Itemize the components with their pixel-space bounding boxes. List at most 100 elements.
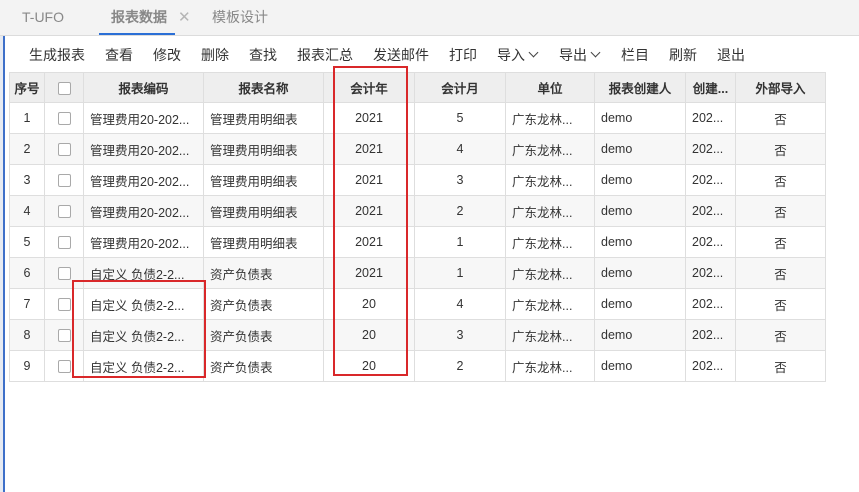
export-label: 导出: [559, 47, 587, 63]
tab-report-data[interactable]: 报表数据: [99, 0, 175, 35]
row-select-cell[interactable]: [44, 319, 84, 351]
row-creator: demo: [594, 102, 686, 134]
row-select-cell[interactable]: [44, 164, 84, 196]
print-button[interactable]: 打印: [449, 36, 477, 72]
row-checkbox[interactable]: [57, 143, 71, 157]
columns-button[interactable]: 栏目: [621, 36, 649, 72]
row-creator: demo: [594, 164, 686, 196]
row-report-code: 自定义 负债2-2...: [83, 257, 204, 289]
row-external-import: 否: [735, 288, 826, 320]
header-creator[interactable]: 报表创建人: [594, 72, 686, 103]
row-report-code: 自定义 负债2-2...: [83, 350, 204, 382]
row-checkbox[interactable]: [57, 174, 71, 188]
row-creator: demo: [594, 350, 686, 382]
chevron-down-icon: [528, 47, 539, 58]
row-report-code: 管理费用20-202...: [83, 164, 204, 196]
row-creator: demo: [594, 319, 686, 351]
row-fiscal-month: 5: [414, 102, 506, 134]
exit-button[interactable]: 退出: [717, 36, 745, 72]
row-fiscal-year: 2021: [323, 164, 415, 196]
row-select-cell[interactable]: [44, 350, 84, 382]
edit-button[interactable]: 修改: [153, 36, 181, 72]
row-created: 202...: [685, 319, 736, 351]
row-created: 202...: [685, 195, 736, 227]
header-report-name[interactable]: 报表名称: [203, 72, 324, 103]
send-mail-button[interactable]: 发送邮件: [373, 36, 429, 72]
table-row[interactable]: 6 自定义 负债2-2... 资产负债表 2021 1 广东龙林... demo 202...…: [9, 257, 826, 289]
row-fiscal-year: 20: [323, 350, 415, 382]
row-unit: 广东龙林...: [505, 350, 595, 382]
app-title: T-UFO: [22, 9, 64, 25]
tab-bar: T-UFO 报表数据 ✕ 模板设计: [0, 0, 859, 36]
row-fiscal-month: 1: [414, 257, 506, 289]
toolbar: 生成报表 查看 修改 删除 查找 报表汇总 发送邮件 打印 导入 导出 栏目 刷…: [0, 36, 859, 72]
generate-report-button[interactable]: 生成报表: [29, 36, 85, 72]
row-created: 202...: [685, 350, 736, 382]
row-select-cell[interactable]: [44, 133, 84, 165]
row-select-cell[interactable]: [44, 195, 84, 227]
row-select-cell[interactable]: [44, 257, 84, 289]
table-row[interactable]: 5 管理费用20-202... 管理费用明细表 2021 1 广东龙林... demo 202…: [9, 226, 826, 258]
row-checkbox[interactable]: [57, 267, 71, 281]
header-unit[interactable]: 单位: [505, 72, 595, 103]
row-report-name: 管理费用明细表: [203, 195, 324, 227]
row-checkbox[interactable]: [57, 112, 71, 126]
report-summary-button[interactable]: 报表汇总: [297, 36, 353, 72]
row-select-cell[interactable]: [44, 288, 84, 320]
row-fiscal-year: 2021: [323, 102, 415, 134]
row-checkbox[interactable]: [57, 298, 71, 312]
header-created[interactable]: 创建...: [685, 72, 736, 103]
row-fiscal-month: 4: [414, 288, 506, 320]
row-fiscal-year: 2021: [323, 226, 415, 258]
export-dropdown-button[interactable]: 导出: [559, 36, 601, 72]
row-external-import: 否: [735, 350, 826, 382]
table-row[interactable]: 7 自定义 负债2-2... 资产负债表 20 4 广东龙林... demo 202... 否: [9, 288, 826, 320]
row-report-name: 资产负债表: [203, 257, 324, 289]
row-seq: 7: [9, 288, 45, 320]
row-checkbox[interactable]: [57, 236, 71, 250]
find-button[interactable]: 查找: [249, 36, 277, 72]
table-row[interactable]: 3 管理费用20-202... 管理费用明细表 2021 3 广东龙林... demo 202…: [9, 164, 826, 196]
header-report-code[interactable]: 报表编码: [83, 72, 204, 103]
table-row[interactable]: 1 管理费用20-202... 管理费用明细表 2021 5 广东龙林... demo 202…: [9, 102, 826, 134]
row-fiscal-year: 20: [323, 288, 415, 320]
row-seq: 3: [9, 164, 45, 196]
row-report-code: 管理费用20-202...: [83, 226, 204, 258]
header-fiscal-month[interactable]: 会计月: [414, 72, 506, 103]
row-created: 202...: [685, 102, 736, 134]
table-row[interactable]: 2 管理费用20-202... 管理费用明细表 2021 4 广东龙林... demo 202…: [9, 133, 826, 165]
row-report-name: 管理费用明细表: [203, 164, 324, 196]
header-select-all[interactable]: [44, 72, 84, 103]
row-report-code: 管理费用20-202...: [83, 133, 204, 165]
row-select-cell[interactable]: [44, 226, 84, 258]
row-fiscal-year: 2021: [323, 133, 415, 165]
row-created: 202...: [685, 164, 736, 196]
table-row[interactable]: 9 自定义 负债2-2... 资产负债表 20 2 广东龙林... demo 202... 否: [9, 350, 826, 382]
table-header-row: 序号 报表编码 报表名称 会计年 会计月 单位 报表创建人 创建... 外部导入: [9, 72, 826, 103]
table-row[interactable]: 4 管理费用20-202... 管理费用明细表 2021 2 广东龙林... demo 202…: [9, 195, 826, 227]
header-fiscal-year[interactable]: 会计年: [323, 72, 415, 103]
row-seq: 6: [9, 257, 45, 289]
table-row[interactable]: 8 自定义 负债2-2... 资产负债表 20 3 广东龙林... demo 202... 否: [9, 319, 826, 351]
row-checkbox[interactable]: [57, 360, 71, 374]
tab-report-data-label: 报表数据: [111, 9, 167, 25]
header-seq: 序号: [9, 72, 45, 103]
row-select-cell[interactable]: [44, 102, 84, 134]
row-checkbox[interactable]: [57, 329, 71, 343]
row-creator: demo: [594, 133, 686, 165]
row-checkbox[interactable]: [57, 205, 71, 219]
close-tab-icon[interactable]: ✕: [178, 0, 191, 35]
row-external-import: 否: [735, 226, 826, 258]
import-dropdown-button[interactable]: 导入: [497, 36, 539, 72]
report-table: 序号 报表编码 报表名称 会计年 会计月 单位 报表创建人 创建... 外部导入…: [9, 72, 826, 382]
row-creator: demo: [594, 288, 686, 320]
refresh-button[interactable]: 刷新: [669, 36, 697, 72]
row-created: 202...: [685, 226, 736, 258]
delete-button[interactable]: 删除: [201, 36, 229, 72]
header-external-import[interactable]: 外部导入: [735, 72, 826, 103]
tab-template-design[interactable]: 模板设计: [212, 0, 268, 35]
row-external-import: 否: [735, 133, 826, 165]
select-all-checkbox[interactable]: [57, 81, 71, 95]
row-external-import: 否: [735, 319, 826, 351]
view-button[interactable]: 查看: [105, 36, 133, 72]
